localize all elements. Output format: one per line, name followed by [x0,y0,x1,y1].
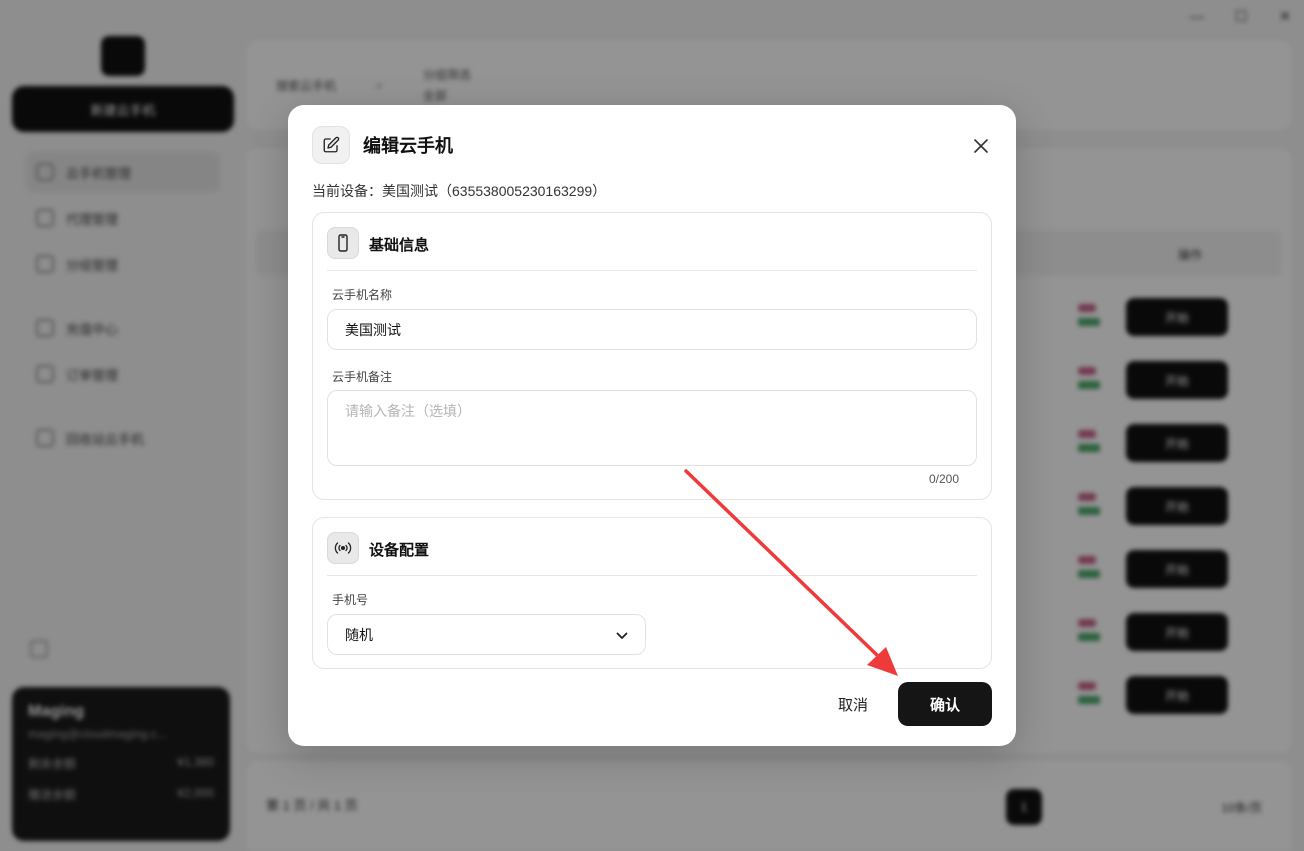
phone-number-label: 手机号 [332,593,369,607]
phone-note-label: 云手机备注 [332,370,393,384]
dialog-footer: 取消 确认 [834,682,992,726]
confirm-button[interactable]: 确认 [898,682,992,726]
phone-number-select[interactable]: 随机 [327,614,646,655]
signal-icon [327,532,359,564]
phone-name-label: 云手机名称 [332,288,393,302]
phone-number-value: 随机 [345,626,373,643]
close-icon[interactable] [970,135,992,157]
phone-name-input[interactable]: 美国测试 [327,309,977,350]
edit-icon [312,126,350,164]
device-config-section: 设备配置 手机号 随机 [312,517,992,669]
dialog-header: 编辑云手机 [312,125,992,165]
current-device-text: 当前设备：美国测试（635538005230163299） [312,183,607,199]
phone-name-value: 美国测试 [345,321,401,338]
cancel-button[interactable]: 取消 [834,694,872,715]
edit-phone-dialog: 编辑云手机 当前设备：美国测试（635538005230163299） 基础信息… [288,105,1016,746]
basic-info-title: 基础信息 [369,237,430,254]
chevron-down-icon [616,627,628,643]
device-config-title: 设备配置 [369,542,430,559]
dialog-title: 编辑云手机 [363,136,453,156]
note-char-counter: 0/200 [928,472,959,486]
phone-note-textarea[interactable] [327,390,977,466]
phone-icon [327,227,359,259]
basic-info-header: 基础信息 [327,227,977,271]
basic-info-section: 基础信息 云手机名称 美国测试 云手机备注 0/200 [312,212,992,500]
device-config-header: 设备配置 [327,532,977,576]
